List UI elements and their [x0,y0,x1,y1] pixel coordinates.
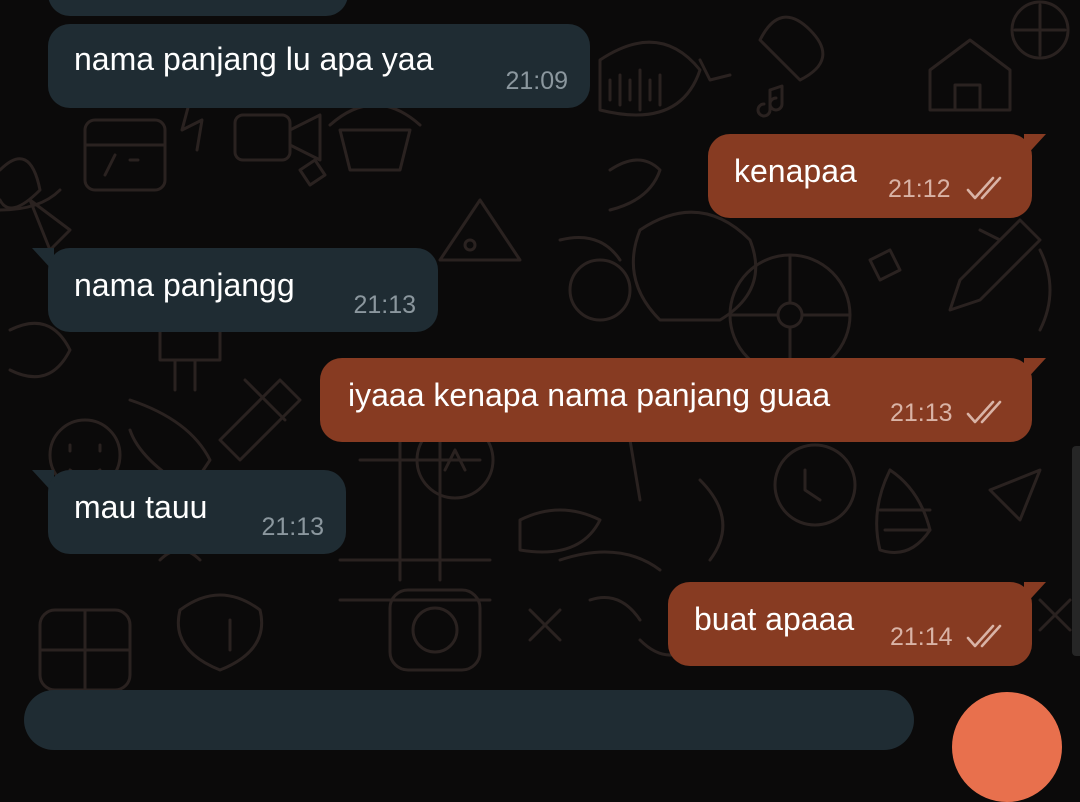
message-time: 21:14 [890,623,953,651]
double-check-icon [966,624,1002,648]
outgoing-message[interactable]: buat apaaa 21:14 [668,582,1032,666]
message-input-bar[interactable] [24,690,914,750]
message-time: 21:09 [505,67,568,95]
outgoing-message[interactable]: iyaaa kenapa nama panjang guaa 21:13 [320,358,1032,442]
message-text: mau tauu [74,489,208,525]
message-text: nama panjangg [74,267,295,303]
voice-send-button[interactable] [952,692,1062,802]
message-text: nama panjang lu apa yaa [74,41,434,77]
message-time: 21:13 [890,399,953,427]
message-text: kenapaa [734,153,857,189]
message-text: iyaaa kenapa nama panjang guaa [348,377,831,413]
incoming-message[interactable]: nama panjang lu apa yaa 21:09 [48,24,590,108]
incoming-message[interactable]: mau tauu 21:13 [48,470,346,554]
message-text: buat apaaa [694,601,855,637]
message-time: 21:13 [261,513,324,541]
double-check-icon [966,176,1002,200]
bubble-tail [1024,134,1046,158]
bubble-tail [1024,582,1046,606]
scrollbar[interactable] [1072,446,1080,656]
incoming-message[interactable]: nama panjangg 21:13 [48,248,438,332]
outgoing-message[interactable]: kenapaa 21:12 [708,134,1032,218]
incoming-message-partial[interactable] [48,0,348,16]
message-time: 21:12 [888,175,951,203]
double-check-icon [966,400,1002,424]
message-time: 21:13 [353,291,416,319]
bubble-tail [1024,358,1046,382]
